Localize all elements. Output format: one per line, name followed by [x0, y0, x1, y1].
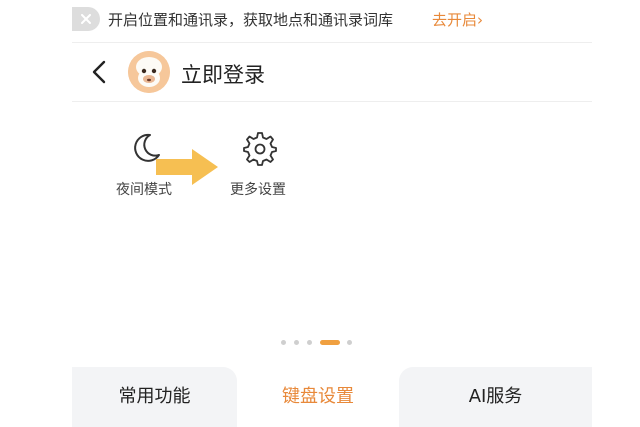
- tab-common-functions[interactable]: 常用功能: [72, 367, 237, 427]
- tab-ai-services[interactable]: AI服务: [399, 367, 592, 427]
- night-mode-button[interactable]: 夜间模式: [110, 130, 186, 200]
- divider: [72, 42, 592, 43]
- login-link[interactable]: 立即登录: [181, 59, 265, 89]
- page-dot-active: [320, 340, 340, 345]
- toggle-off-icon[interactable]: [72, 7, 100, 31]
- monkey-avatar-icon: [128, 51, 170, 93]
- tab-keyboard-settings[interactable]: 键盘设置: [237, 367, 399, 427]
- page-dot: [281, 340, 286, 345]
- moon-icon: [134, 133, 160, 162]
- page-indicator: [281, 340, 361, 346]
- enable-link-label: 去开启: [432, 11, 478, 29]
- page-dot: [307, 340, 312, 345]
- more-settings-label: 更多设置: [230, 182, 286, 198]
- banner-text: 开启位置和通讯录，获取地点和通讯录词库: [108, 11, 394, 29]
- page-dot: [347, 340, 352, 345]
- divider: [72, 101, 592, 102]
- permission-banner[interactable]: 开启位置和通讯录，获取地点和通讯录词库 去开启›: [72, 0, 592, 38]
- night-mode-label: 夜间模式: [116, 182, 172, 198]
- enable-link[interactable]: 去开启›: [432, 9, 483, 30]
- chevron-left-icon: [92, 60, 106, 84]
- more-settings-button[interactable]: 更多设置: [226, 130, 302, 200]
- back-button[interactable]: [86, 58, 114, 86]
- avatar[interactable]: [128, 51, 170, 93]
- page-dot: [294, 340, 299, 345]
- chevron-right-icon: ›: [477, 11, 484, 29]
- gear-icon: [243, 132, 277, 166]
